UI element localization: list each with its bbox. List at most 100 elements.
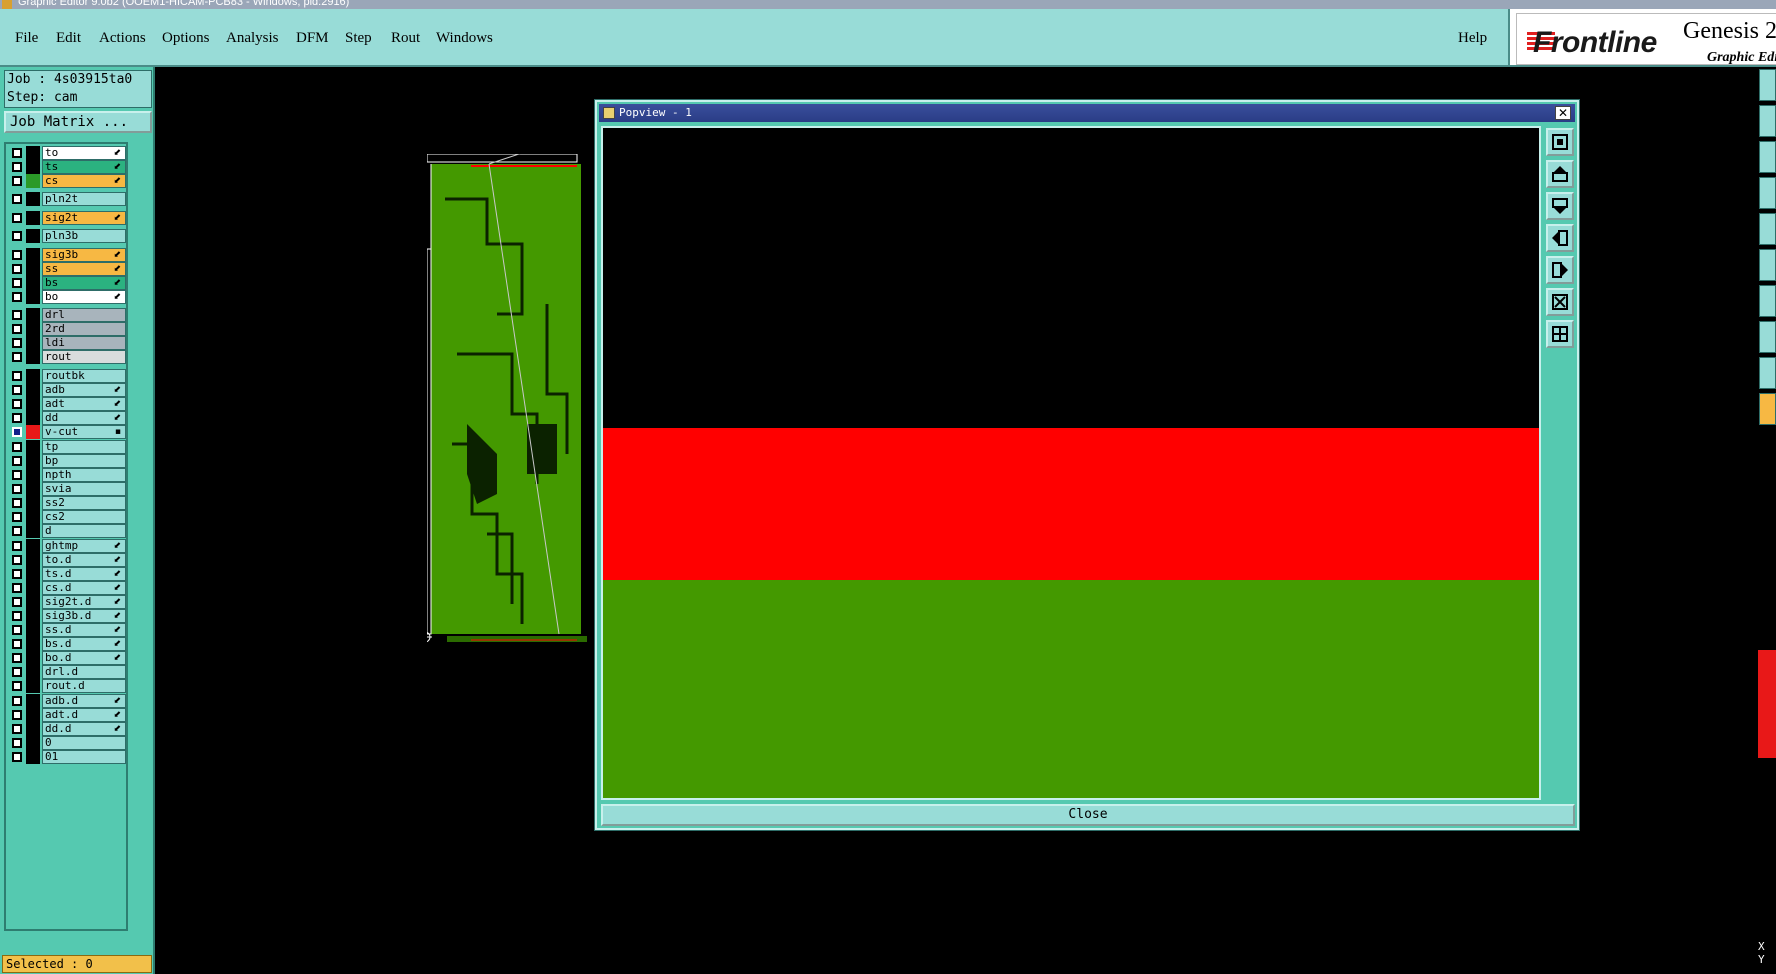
layer-name[interactable]: drl.d bbox=[42, 665, 126, 679]
layer-row-routbk[interactable]: routbk bbox=[6, 369, 128, 383]
layer-checkbox[interactable] bbox=[12, 597, 22, 607]
layer-name[interactable]: bo ⬋ bbox=[42, 290, 126, 304]
layer-checkbox[interactable] bbox=[12, 653, 22, 663]
layer-checkbox[interactable] bbox=[12, 512, 22, 522]
layer-name[interactable]: sig2t.d ⬋ bbox=[42, 595, 126, 609]
tool-icon-3[interactable] bbox=[1759, 141, 1776, 173]
layer-color-swatch[interactable] bbox=[26, 468, 40, 482]
layer-color-swatch[interactable] bbox=[26, 229, 40, 243]
layer-row-adt-d[interactable]: adt.d ⬋ bbox=[6, 708, 128, 722]
tool-icon-1[interactable] bbox=[1759, 69, 1776, 101]
layer-row-ts[interactable]: ts ⬋ bbox=[6, 160, 128, 174]
layer-name[interactable]: npth bbox=[42, 468, 126, 482]
job-matrix-button[interactable]: Job Matrix ... bbox=[4, 111, 152, 133]
layer-checkbox[interactable] bbox=[12, 352, 22, 362]
layer-row-bs-d[interactable]: bs.d ⬋ bbox=[6, 637, 128, 651]
side-tab[interactable] bbox=[1758, 650, 1776, 758]
layer-color-swatch[interactable] bbox=[26, 350, 40, 364]
layer-color-swatch[interactable] bbox=[26, 425, 40, 439]
layer-checkbox[interactable] bbox=[12, 213, 22, 223]
layer-checkbox[interactable] bbox=[12, 310, 22, 320]
layer-checkbox[interactable] bbox=[12, 194, 22, 204]
layer-row-bo[interactable]: bo ⬋ bbox=[6, 290, 128, 304]
layer-name[interactable]: bs ⬋ bbox=[42, 276, 126, 290]
layer-row-ghtmp[interactable]: ghtmp ⬋ bbox=[6, 539, 128, 553]
layer-checkbox[interactable] bbox=[12, 526, 22, 536]
layer-color-swatch[interactable] bbox=[26, 581, 40, 595]
layer-color-swatch[interactable] bbox=[26, 595, 40, 609]
layer-checkbox[interactable] bbox=[12, 681, 22, 691]
layer-name[interactable]: bo.d ⬋ bbox=[42, 651, 126, 665]
layer-name[interactable]: ts.d ⬋ bbox=[42, 567, 126, 581]
popview-titlebar[interactable]: Popview - 1 ✕ bbox=[599, 104, 1575, 122]
layer-color-swatch[interactable] bbox=[26, 192, 40, 206]
layer-row-cs2[interactable]: cs2 bbox=[6, 510, 128, 524]
layer-name[interactable]: svia bbox=[42, 482, 126, 496]
layer-name[interactable]: adt.d ⬋ bbox=[42, 708, 126, 722]
layer-color-swatch[interactable] bbox=[26, 524, 40, 538]
menu-step[interactable]: Step bbox=[345, 30, 372, 47]
layer-checkbox[interactable] bbox=[12, 148, 22, 158]
zoom-out-icon[interactable] bbox=[1546, 320, 1574, 348]
layer-color-swatch[interactable] bbox=[26, 440, 40, 454]
layer-checkbox[interactable] bbox=[12, 399, 22, 409]
layer-row-sig3b-d[interactable]: sig3b.d ⬋ bbox=[6, 609, 128, 623]
popview-canvas[interactable] bbox=[601, 126, 1541, 800]
layer-color-swatch[interactable] bbox=[26, 383, 40, 397]
layer-color-swatch[interactable] bbox=[26, 454, 40, 468]
layer-row-npth[interactable]: npth bbox=[6, 468, 128, 482]
layer-color-swatch[interactable] bbox=[26, 708, 40, 722]
layer-checkbox[interactable] bbox=[12, 470, 22, 480]
layer-name[interactable]: adb ⬋ bbox=[42, 383, 126, 397]
layer-name[interactable]: 2rd bbox=[42, 322, 126, 336]
layer-name[interactable]: pln2t bbox=[42, 192, 126, 206]
layer-checkbox[interactable] bbox=[12, 371, 22, 381]
layer-row-cs-d[interactable]: cs.d ⬋ bbox=[6, 581, 128, 595]
layer-checkbox[interactable] bbox=[12, 264, 22, 274]
layer-checkbox[interactable] bbox=[12, 385, 22, 395]
tool-icon-5[interactable] bbox=[1759, 213, 1776, 245]
menu-options[interactable]: Options bbox=[162, 30, 210, 47]
layer-name[interactable]: to.d ⬋ bbox=[42, 553, 126, 567]
layer-name[interactable]: cs.d ⬋ bbox=[42, 581, 126, 595]
layer-checkbox[interactable] bbox=[12, 555, 22, 565]
layer-color-swatch[interactable] bbox=[26, 623, 40, 637]
layer-name[interactable]: bp bbox=[42, 454, 126, 468]
layer-checkbox[interactable] bbox=[12, 696, 22, 706]
layer-checkbox[interactable] bbox=[12, 724, 22, 734]
layer-checkbox[interactable] bbox=[12, 278, 22, 288]
pan-up-icon[interactable] bbox=[1546, 160, 1574, 188]
layer-checkbox[interactable] bbox=[12, 738, 22, 748]
layer-name[interactable]: ghtmp ⬋ bbox=[42, 539, 126, 553]
layer-name[interactable]: v-cut ▪ bbox=[42, 425, 126, 439]
layer-color-swatch[interactable] bbox=[26, 679, 40, 693]
layer-name[interactable]: bs.d ⬋ bbox=[42, 637, 126, 651]
layer-checkbox[interactable] bbox=[12, 162, 22, 172]
layer-row-to-d[interactable]: to.d ⬋ bbox=[6, 553, 128, 567]
layer-row-tp[interactable]: tp bbox=[6, 440, 128, 454]
layer-row-svia[interactable]: svia bbox=[6, 482, 128, 496]
layer-color-swatch[interactable] bbox=[26, 248, 40, 262]
layer-color-swatch[interactable] bbox=[26, 510, 40, 524]
menu-dfm[interactable]: DFM bbox=[296, 30, 329, 47]
layer-checkbox[interactable] bbox=[12, 625, 22, 635]
layer-row-drl[interactable]: drl bbox=[6, 308, 128, 322]
layer-row-0[interactable]: 0 bbox=[6, 736, 128, 750]
layer-row-pln2t[interactable]: pln2t bbox=[6, 192, 128, 206]
pan-down-icon[interactable] bbox=[1546, 192, 1574, 220]
layer-checkbox[interactable] bbox=[12, 442, 22, 452]
close-icon[interactable]: ✕ bbox=[1555, 106, 1571, 120]
layer-row-v-cut[interactable]: v-cut ▪ bbox=[6, 425, 128, 439]
layer-color-swatch[interactable] bbox=[26, 665, 40, 679]
layer-row-sig3b[interactable]: sig3b ⬋ bbox=[6, 248, 128, 262]
layer-checkbox[interactable] bbox=[12, 484, 22, 494]
layer-row-d[interactable]: d bbox=[6, 524, 128, 538]
layer-row-ldi[interactable]: ldi bbox=[6, 336, 128, 350]
menu-help[interactable]: Help bbox=[1458, 30, 1487, 47]
layer-checkbox[interactable] bbox=[12, 338, 22, 348]
layer-checkbox[interactable] bbox=[12, 176, 22, 186]
layer-checkbox[interactable] bbox=[12, 667, 22, 677]
layer-name[interactable]: adt ⬋ bbox=[42, 397, 126, 411]
zoom-fit-icon[interactable] bbox=[1546, 128, 1574, 156]
layer-color-swatch[interactable] bbox=[26, 308, 40, 322]
